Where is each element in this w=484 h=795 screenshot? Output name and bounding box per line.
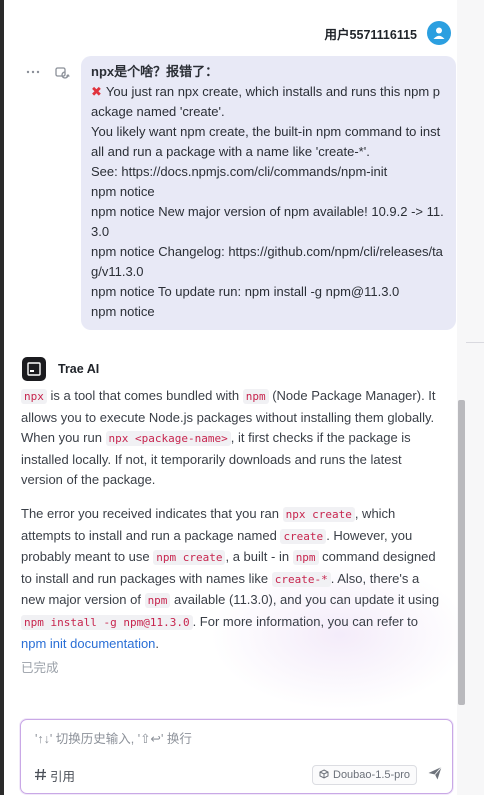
user-message-line: npm notice New major version of npm avai…	[91, 204, 444, 239]
status-completed: 已完成	[21, 661, 59, 675]
user-message-line: ✖ You just ran npx create, which installs…	[91, 82, 446, 122]
text-run: is a tool that comes bundled with	[46, 388, 243, 403]
retry-icon[interactable]	[54, 64, 70, 80]
chat-input[interactable]	[33, 728, 437, 750]
hash-icon	[34, 768, 47, 784]
user-message-line: npm notice To update run: npm install -g…	[91, 284, 400, 299]
inline-code: npm	[292, 550, 319, 566]
inline-code: npx	[21, 389, 47, 404]
model-selector[interactable]: Doubao-1.5-pro	[312, 765, 418, 785]
trae-logo-icon	[22, 357, 46, 381]
user-message-text: You just ran npx create, which installs …	[91, 84, 440, 119]
inline-code: npm create	[153, 550, 226, 566]
npm-init-doc-link[interactable]: npm init documentation	[21, 636, 155, 651]
text-run: The error you received indicates that yo…	[21, 505, 283, 521]
assistant-name: Trae AI	[58, 362, 100, 376]
text-run: . For more information, you can refer to	[192, 613, 419, 629]
cube-icon	[319, 768, 329, 782]
user-message-line: npm notice	[91, 304, 155, 319]
user-message-line: You likely want npm create, the built-in…	[91, 124, 441, 159]
send-button[interactable]	[425, 765, 445, 785]
inline-code: npm	[242, 389, 269, 404]
more-icon[interactable]	[26, 64, 40, 80]
assistant-paragraph: The error you received indicates that yo…	[21, 504, 441, 654]
user-message-line: See: https://docs.npmjs.com/cli/commands…	[91, 164, 388, 179]
inline-code: create	[280, 528, 327, 544]
user-message-line: npm notice	[91, 184, 155, 199]
user-message-bubble: npx是个啥？报错了： ✖ You just ran npx create, wh…	[81, 56, 456, 330]
assistant-paragraph: npx is a tool that comes bundled with np…	[21, 386, 441, 491]
assistant-message: npx is a tool that comes bundled with np…	[21, 386, 441, 667]
user-avatar-icon[interactable]	[427, 21, 451, 45]
chat-input-box: 引用 Doubao-1.5-pro	[20, 719, 453, 794]
model-name: Doubao-1.5-pro	[333, 769, 411, 781]
user-message-title: npx是个啥？报错了：	[91, 64, 219, 79]
message-actions	[26, 64, 70, 80]
reference-label: 引用	[50, 770, 76, 784]
cross-icon: ✖	[91, 84, 102, 99]
inline-code: npm	[144, 593, 171, 609]
reference-button[interactable]: 引用	[34, 766, 75, 785]
send-icon	[427, 765, 443, 786]
inline-code: create-*	[271, 571, 331, 587]
gutter-divider	[466, 342, 484, 343]
user-message-line: npm notice Changelog: https://github.com…	[91, 244, 443, 279]
inline-code: npx create	[282, 506, 355, 522]
text-run: , a built - in	[225, 549, 293, 565]
inline-code: npx <package-name>	[105, 431, 231, 447]
user-header: 用户5571116115	[325, 20, 451, 46]
text-run: available (11.3.0), and you can update i…	[170, 592, 440, 608]
scrollbar-thumb[interactable]	[458, 400, 465, 705]
user-name: 用户5571116115	[324, 27, 417, 42]
inline-code: npm install -g npm@11.3.0	[21, 614, 193, 630]
assistant-header: Trae AI	[22, 357, 99, 381]
text-run: .	[155, 635, 160, 651]
